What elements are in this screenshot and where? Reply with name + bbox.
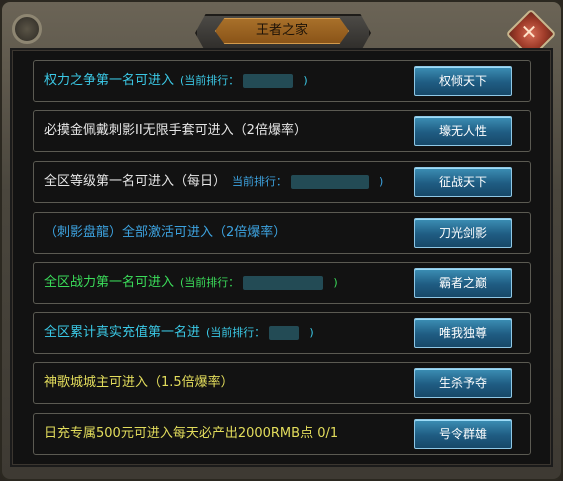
close-icon[interactable]: ✕: [513, 16, 545, 48]
rank-label: (当前排行：: [180, 74, 240, 87]
list-item-text: 全区战力第一名可进入 (当前排行：): [44, 263, 338, 303]
list-item: 全区战力第一名可进入 (当前排行：) 霸者之巅: [33, 262, 531, 304]
enter-button[interactable]: 唯我独尊: [414, 318, 512, 348]
list-item: 必摸金佩戴刺影II无限手套可进入（2倍爆率） 壕无人性: [33, 110, 531, 152]
rank-label: (当前排行：: [206, 326, 266, 339]
rank-value-redacted: [243, 73, 294, 88]
dialog-title: 王者之家: [215, 18, 349, 44]
list-item: 日充专属500元可进入每天必产出2000RMB点 0/1 号令群雄: [33, 413, 531, 455]
entry-condition: 全区战力第一名可进入: [44, 275, 175, 290]
rank-value-redacted: [291, 174, 370, 189]
enter-button[interactable]: 征战天下: [414, 167, 512, 197]
rank-label-end: ): [303, 74, 308, 87]
list-item: 神歌城城主可进入（1.5倍爆率） 生杀予夺: [33, 362, 531, 404]
enter-button[interactable]: 生杀予夺: [414, 368, 512, 398]
rank-label-end: ): [333, 276, 338, 289]
rank-value-redacted: [269, 325, 300, 340]
entry-condition: 日充专属500元可进入每天必产出2000RMB点 0/1: [44, 426, 339, 441]
list-item-text: 全区累计真实充值第一名进 (当前排行：): [44, 313, 314, 353]
entry-condition: 权力之争第一名可进入: [44, 73, 175, 88]
entry-condition: 全区累计真实充值第一名进: [44, 325, 201, 340]
list-item: 权力之争第一名可进入 (当前排行：) 权倾天下: [33, 60, 531, 102]
list-item: （刺影盘龍）全部激活可进入（2倍爆率） 刀光剑影: [33, 212, 531, 254]
entry-condition: 全区等级第一名可进入（每日）: [44, 174, 227, 189]
list-item: 全区等级第一名可进入（每日） 当前排行：) 征战天下: [33, 161, 531, 203]
enter-button[interactable]: 号令群雄: [414, 419, 512, 449]
enter-button[interactable]: 壕无人性: [414, 116, 512, 146]
list-item-text: 权力之争第一名可进入 (当前排行：): [44, 61, 308, 101]
enter-button[interactable]: 霸者之巅: [414, 268, 512, 298]
frame-corner-ornament-left: [12, 14, 42, 44]
enter-button[interactable]: 权倾天下: [414, 66, 512, 96]
enter-button[interactable]: 刀光剑影: [414, 218, 512, 248]
list-item: 全区累计真实充值第一名进 (当前排行：) 唯我独尊: [33, 312, 531, 354]
entry-condition: 必摸金佩戴刺影II无限手套可进入（2倍爆率）: [44, 123, 307, 138]
list-item-text: 全区等级第一名可进入（每日） 当前排行：): [44, 162, 383, 202]
rank-label: 当前排行：: [232, 175, 288, 188]
entry-condition: 神歌城城主可进入（1.5倍爆率）: [44, 375, 234, 390]
rank-label-end: ): [309, 326, 314, 339]
rank-label-end: ): [379, 175, 384, 188]
entry-condition: （刺影盘龍）全部激活可进入（2倍爆率）: [44, 225, 287, 240]
rank-label: (当前排行：: [180, 276, 240, 289]
rank-value-redacted: [243, 275, 324, 290]
